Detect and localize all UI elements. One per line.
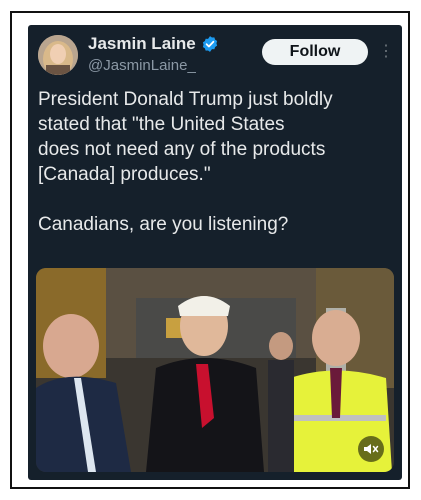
author-row: Jasmin Laine [88, 34, 219, 54]
author-name[interactable]: Jasmin Laine [88, 34, 196, 54]
tweet-card: Jasmin Laine @JasminLaine_ Follow ⋮ Pres… [28, 25, 402, 480]
speaker-muted-icon[interactable] [358, 436, 384, 462]
avatar[interactable] [38, 35, 78, 75]
more-options-icon[interactable]: ⋮ [378, 39, 394, 65]
follow-button[interactable]: Follow [262, 39, 368, 65]
author-handle[interactable]: @JasminLaine_ [88, 57, 196, 74]
tweet-video[interactable] [36, 268, 394, 472]
tweet-text: President Donald Trump just boldly state… [38, 89, 333, 235]
video-frame [36, 268, 394, 472]
verified-badge-icon [202, 36, 217, 52]
